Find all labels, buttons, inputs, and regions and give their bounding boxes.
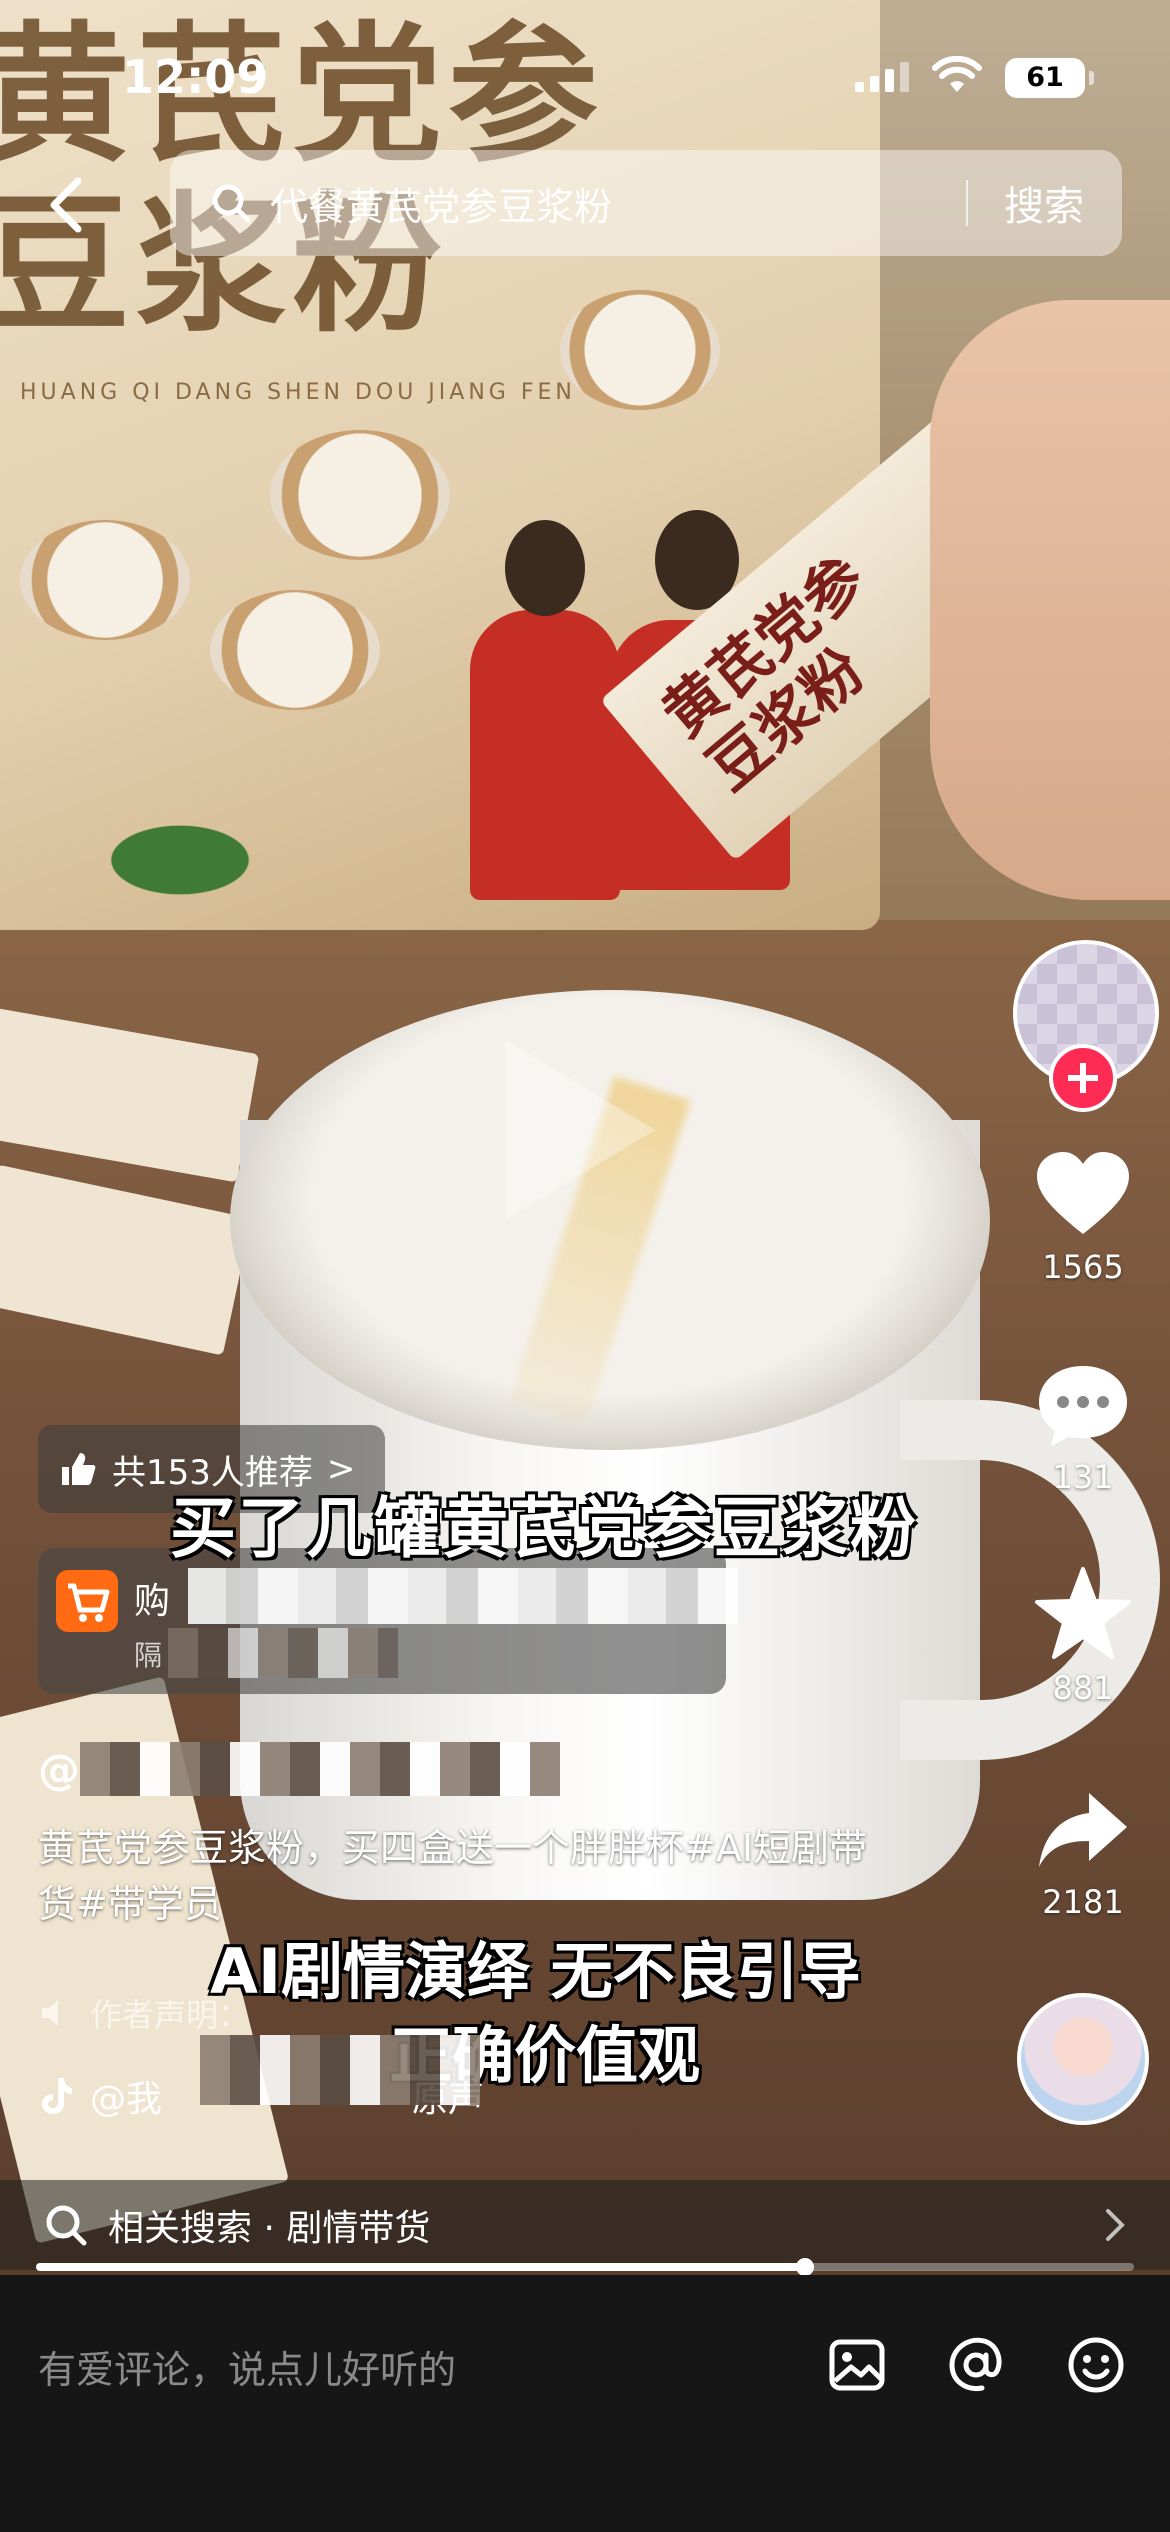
related-search-label: 相关搜索 · 剧情带货 bbox=[108, 2208, 431, 2249]
at-mention-icon[interactable] bbox=[946, 2335, 1006, 2395]
search-button[interactable]: 搜索 bbox=[1004, 174, 1084, 232]
related-search-bar[interactable]: 相关搜索 · 剧情带货 bbox=[0, 2180, 1170, 2270]
comment-count: 131 bbox=[1052, 1458, 1114, 1496]
search-icon bbox=[212, 184, 251, 223]
video-description: 黄芪党参豆浆粉，买四盒送一个胖胖杯#AI短剧带货#带学员 bbox=[38, 1826, 868, 1926]
person-figure bbox=[505, 520, 585, 616]
like-button[interactable]: 1565 bbox=[1003, 1150, 1163, 1286]
person-figure bbox=[470, 610, 620, 900]
comment-bar: 有爱评论，说点儿好听的 bbox=[0, 2275, 1170, 2532]
like-count: 1565 bbox=[1042, 1248, 1124, 1286]
search-divider bbox=[966, 180, 968, 226]
status-time: 12:09 bbox=[122, 50, 269, 104]
share-button[interactable]: 2181 bbox=[1003, 1785, 1163, 1921]
product-box-pinyin: HUANG QI DANG SHEN DOU JIANG FEN bbox=[20, 380, 576, 405]
bowl-image bbox=[210, 590, 380, 710]
pixelated-shop-title bbox=[188, 1568, 748, 1624]
bowl-image bbox=[270, 430, 450, 560]
hand bbox=[930, 300, 1170, 900]
comment-button[interactable]: 131 bbox=[1003, 1360, 1163, 1496]
search-icon bbox=[46, 2205, 87, 2246]
video-progress-fill bbox=[36, 2263, 805, 2271]
search-query[interactable]: 代餐黄芪党参豆浆粉 bbox=[270, 176, 966, 231]
speaker-icon bbox=[42, 2000, 58, 2026]
wifi-icon bbox=[932, 56, 982, 92]
emoji-icon[interactable] bbox=[1066, 2335, 1126, 2395]
back-arrow-icon[interactable] bbox=[42, 175, 92, 235]
shop-title: 购 bbox=[134, 1581, 171, 1622]
search-bar[interactable]: 代餐黄芪党参豆浆粉 搜索 bbox=[170, 150, 1122, 256]
heart-icon bbox=[1037, 1152, 1129, 1234]
share-arrow-icon bbox=[1039, 1793, 1127, 1867]
status-bar: 12:09 61 bbox=[0, 0, 1170, 150]
bowl-image bbox=[20, 520, 190, 640]
leaves-decoration bbox=[60, 800, 300, 920]
favorite-count: 881 bbox=[1052, 1669, 1114, 1707]
pixelated-author-name bbox=[80, 1742, 560, 1796]
video-progress-knob[interactable] bbox=[795, 2258, 814, 2276]
pixelated-shop-subtitle bbox=[168, 1628, 398, 1678]
share-count: 2181 bbox=[1042, 1883, 1124, 1921]
comment-icon bbox=[1039, 1366, 1127, 1446]
bowl-image bbox=[560, 290, 720, 410]
play-icon[interactable] bbox=[505, 1040, 655, 1220]
pixelated-music-name bbox=[200, 2035, 480, 2105]
shopping-cart-icon bbox=[56, 1570, 118, 1632]
shop-subtitle: 隔 bbox=[134, 1639, 163, 1672]
thumbs-up-icon bbox=[62, 1453, 96, 1485]
image-icon[interactable] bbox=[827, 2335, 887, 2395]
video-caption-top: 买了几罐黄芪党参豆浆粉 bbox=[170, 1490, 918, 1567]
battery-icon: 61 bbox=[1005, 58, 1094, 98]
music-prefix: @我 bbox=[90, 2079, 163, 2120]
video-progress-bar[interactable] bbox=[36, 2258, 1134, 2276]
chevron-right-icon bbox=[1106, 2209, 1125, 2241]
star-icon bbox=[1035, 1567, 1131, 1659]
music-disc[interactable] bbox=[1017, 1993, 1149, 2125]
comment-input[interactable]: 有爱评论，说点儿好听的 bbox=[38, 2339, 456, 2394]
author-name[interactable]: @ bbox=[38, 1745, 80, 1794]
favorite-button[interactable]: 881 bbox=[1003, 1565, 1163, 1707]
follow-plus-button[interactable] bbox=[1049, 1044, 1117, 1112]
cellular-signal-icon bbox=[855, 60, 909, 92]
tiktok-note-icon bbox=[42, 2078, 72, 2114]
